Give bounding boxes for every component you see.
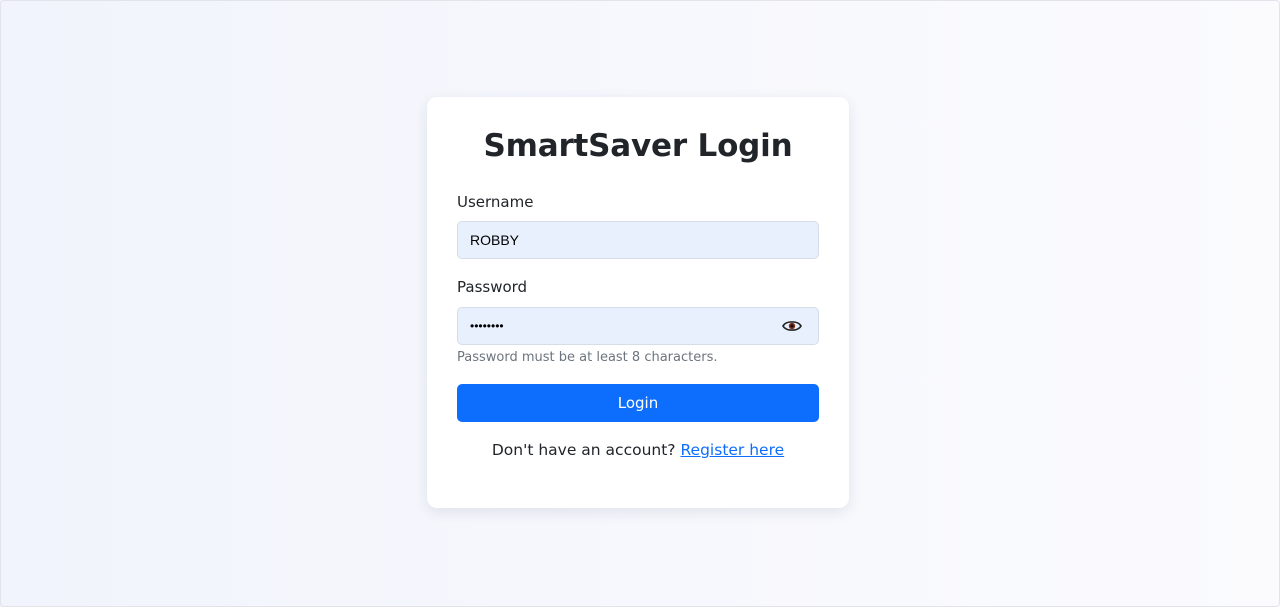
username-value: ROBBY xyxy=(470,232,520,248)
eye-icon[interactable] xyxy=(782,319,802,333)
password-input[interactable]: •••••••• xyxy=(457,307,819,345)
password-hint: Password must be at least 8 characters. xyxy=(457,350,718,365)
username-label: Username xyxy=(457,193,534,211)
login-card: SmartSaver Login Username ROBBY Password… xyxy=(427,97,849,508)
register-prompt-text: Don't have an account? xyxy=(491,441,676,459)
page-title: SmartSaver Login xyxy=(483,128,793,164)
register-prompt: Don't have an account? Register here xyxy=(427,441,849,459)
register-link[interactable]: Register here xyxy=(680,441,784,459)
password-value: •••••••• xyxy=(470,319,504,333)
username-input[interactable]: ROBBY xyxy=(457,221,819,259)
login-button[interactable]: Login xyxy=(457,384,819,422)
password-label: Password xyxy=(457,278,528,296)
